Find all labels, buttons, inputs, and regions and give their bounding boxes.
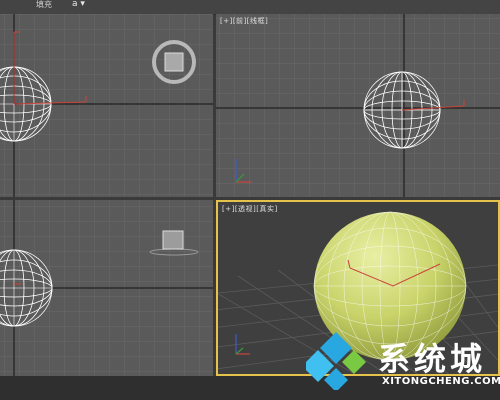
viewport-top-left-canvas xyxy=(0,14,213,197)
top-toolbar: 填充 a ▾ xyxy=(0,0,500,15)
viewport-label[interactable]: [+][前][线框] xyxy=(220,16,268,26)
watermark-url: XITONGCHENG.COM xyxy=(382,376,500,387)
viewport-top-right-canvas xyxy=(216,14,500,197)
viewport-top-right[interactable]: [+][前][线框] xyxy=(216,14,500,197)
watermark-logo-icon xyxy=(306,332,366,390)
viewport-bottom-left[interactable] xyxy=(0,200,213,376)
viewport-bottom-left-canvas xyxy=(0,200,213,376)
toolbar-dropdown[interactable]: a ▾ xyxy=(72,0,85,9)
watermark-title: 系统城 xyxy=(378,340,487,378)
viewport-label[interactable]: [+][透视][真实] xyxy=(222,204,278,214)
toolbar-label[interactable]: 填充 xyxy=(36,0,52,10)
viewport-top-left[interactable] xyxy=(0,14,213,197)
